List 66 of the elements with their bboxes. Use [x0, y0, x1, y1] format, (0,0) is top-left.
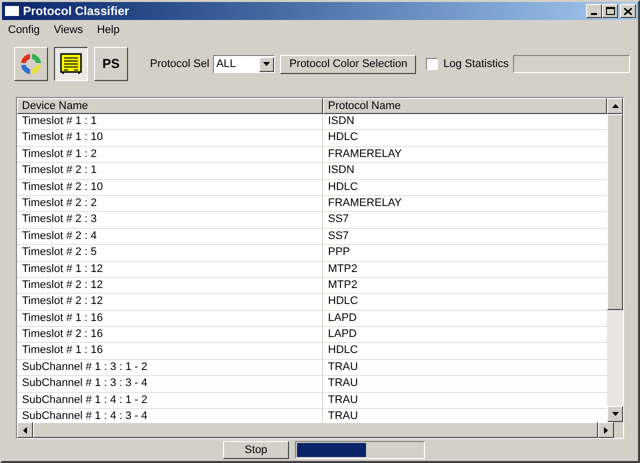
window-title: Protocol Classifier: [23, 3, 130, 20]
table-cell-text: MTP2: [327, 278, 358, 293]
menu-item[interactable]: Config: [6, 22, 42, 38]
scroll-left-icon: [23, 426, 27, 434]
column-header[interactable]: Device Name: [17, 98, 323, 114]
maximize-button[interactable]: [602, 4, 618, 18]
table-cell-text: TRAU: [327, 392, 359, 408]
table-cell: Timeslot # 1 : 12: [17, 262, 323, 277]
table-cell: Timeslot # 2 : 16: [17, 327, 323, 342]
minimize-button[interactable]: [586, 4, 602, 18]
table-cell-text: TRAU: [327, 409, 359, 422]
protocol-color-selection-button[interactable]: Protocol Color Selection: [280, 54, 416, 74]
stop-button[interactable]: Stop: [223, 441, 289, 459]
vertical-scrollbar[interactable]: [607, 98, 623, 422]
close-icon: [624, 8, 632, 14]
table-cell: SubChannel # 1 : 3 : 3 - 4: [17, 376, 323, 392]
table-cell-text: HDLC: [327, 130, 359, 146]
table-cell-text: LAPD: [327, 310, 358, 326]
table-cell: Timeslot # 2 : 1: [17, 163, 323, 179]
table-cell: Timeslot # 1 : 2: [17, 146, 323, 162]
log-statistics-label: Log Statistics: [443, 56, 509, 72]
table-cell: Timeslot # 1 : 1: [17, 114, 323, 130]
table-cell: Timeslot # 2 : 10: [17, 180, 323, 195]
scroll-up-icon: [612, 104, 618, 108]
protocol-sel-label: Protocol Sel: [150, 56, 210, 72]
table-cell: Timeslot # 2 : 5: [17, 245, 323, 261]
close-button[interactable]: [620, 4, 636, 18]
table-cell: Timeslot # 2 : 4: [17, 228, 323, 244]
table-cell: Timeslot # 1 : 16: [17, 343, 323, 359]
table-cell-text: TRAU: [327, 376, 359, 392]
scrollbar-corner: [614, 422, 623, 438]
scroll-down-icon: [612, 412, 618, 416]
table-cell-text: ISDN: [327, 163, 356, 178]
scroll-right-icon: [604, 426, 608, 434]
table-cell: SubChannel # 1 : 3 : 1 - 2: [17, 360, 323, 376]
dropdown-arrow-icon: [263, 62, 270, 66]
table-cell-text: MTP2: [327, 262, 358, 277]
cycle-arrows-icon: [18, 51, 44, 77]
table-cell: Timeslot # 2 : 12: [17, 278, 323, 294]
table-cell-text: HDLC: [327, 343, 359, 358]
table-cell-text: ISDN: [327, 114, 356, 129]
menu-item[interactable]: Views: [52, 22, 85, 38]
table-cell-text: HDLC: [327, 180, 359, 195]
table-cell-text: PPP: [327, 245, 352, 260]
protocol-dropdown[interactable]: ALL: [213, 55, 276, 73]
table-cell: Timeslot # 2 : 3: [17, 212, 323, 228]
tool-button[interactable]: [54, 47, 88, 81]
table-cell-text: LAPD: [327, 327, 358, 342]
scroll-thumb[interactable]: [607, 114, 623, 310]
table-cell: Timeslot # 1 : 10: [17, 130, 323, 146]
menu-item[interactable]: Help: [94, 22, 122, 38]
table-cell: Timeslot # 2 : 12: [17, 294, 323, 310]
table-cell: Timeslot # 1 : 16: [17, 310, 323, 326]
table-cell-text: FRAMERELAY: [327, 196, 403, 211]
table-cell-text: FRAMERELAY: [327, 146, 403, 162]
column-header[interactable]: Protocol Name: [323, 98, 607, 114]
log-statistics-checkbox[interactable]: [426, 58, 438, 70]
window-icon: [4, 5, 20, 17]
table-cell: Timeslot # 2 : 2: [17, 196, 323, 212]
table-cell-text: SS7: [327, 228, 350, 244]
ps-button[interactable]: PS: [94, 47, 128, 81]
table-cell-text: SS7: [327, 212, 350, 228]
table-cell-text: HDLC: [327, 294, 359, 310]
list-icon: [59, 52, 83, 76]
table-cell-text: TRAU: [327, 360, 359, 375]
table-cell: SubChannel # 1 : 4 : 1 - 2: [17, 392, 323, 408]
